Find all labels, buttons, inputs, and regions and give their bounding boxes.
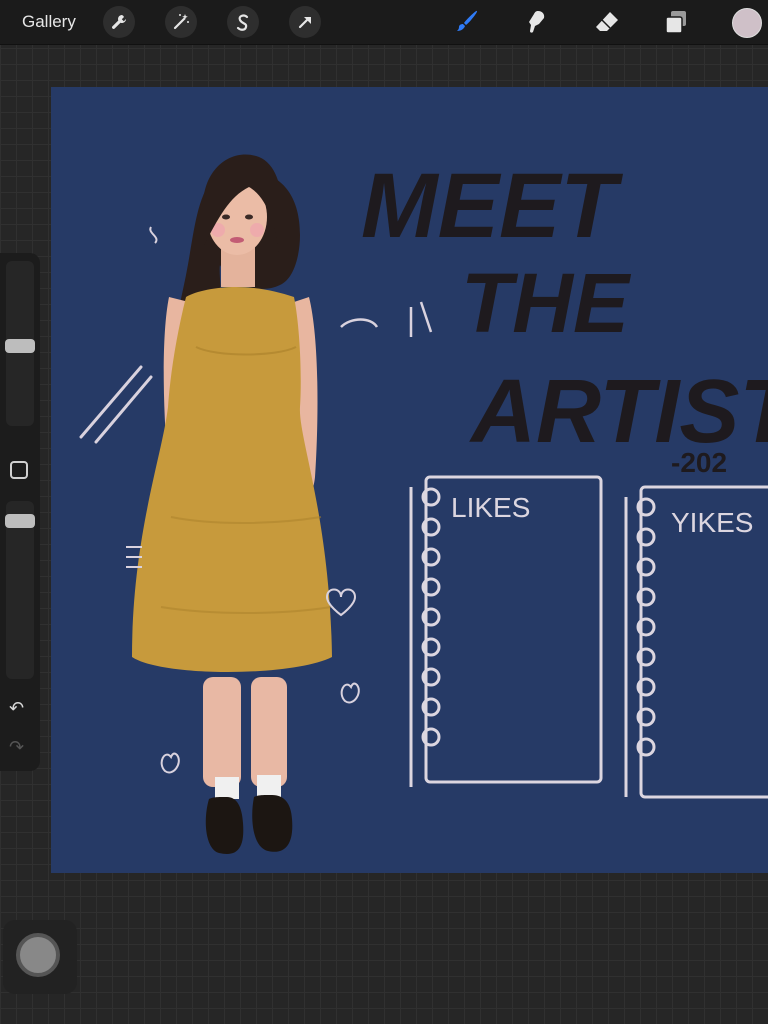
modifier-button[interactable] [10,461,28,479]
date-text: -202 [671,447,727,478]
undo-icon[interactable]: ↶ [9,698,24,719]
quick-menu-icon [16,933,60,977]
notebook-label-yikes: YIKES [671,507,753,538]
smudge-icon[interactable] [521,7,551,37]
notebook-likes [409,475,603,787]
notebook-label-likes: LIKES [451,492,530,523]
brush-size-thumb[interactable] [5,339,35,353]
quick-menu-button[interactable] [3,920,77,994]
redo-icon[interactable]: ↷ [9,737,24,758]
eraser-icon[interactable] [592,7,622,37]
layers-icon[interactable] [661,7,691,37]
drawing-canvas[interactable]: MEET THE ARTIST -202 LIKES YIKES [51,87,768,873]
wrench-icon[interactable] [103,6,135,38]
brush-icon[interactable] [452,7,482,37]
headline-line-1: MEET [361,155,623,257]
left-sidebar: ↶ ↷ [0,253,40,771]
top-toolbar: Gallery [0,0,768,45]
magic-wand-icon[interactable] [165,6,197,38]
selection-icon[interactable] [227,6,259,38]
transform-arrow-icon[interactable] [289,6,321,38]
color-picker-button[interactable] [732,8,762,38]
opacity-thumb[interactable] [5,514,35,528]
gallery-button[interactable]: Gallery [22,12,76,32]
artwork: MEET THE ARTIST -202 LIKES YIKES [79,154,768,854]
headline-line-2: THE [461,256,632,350]
